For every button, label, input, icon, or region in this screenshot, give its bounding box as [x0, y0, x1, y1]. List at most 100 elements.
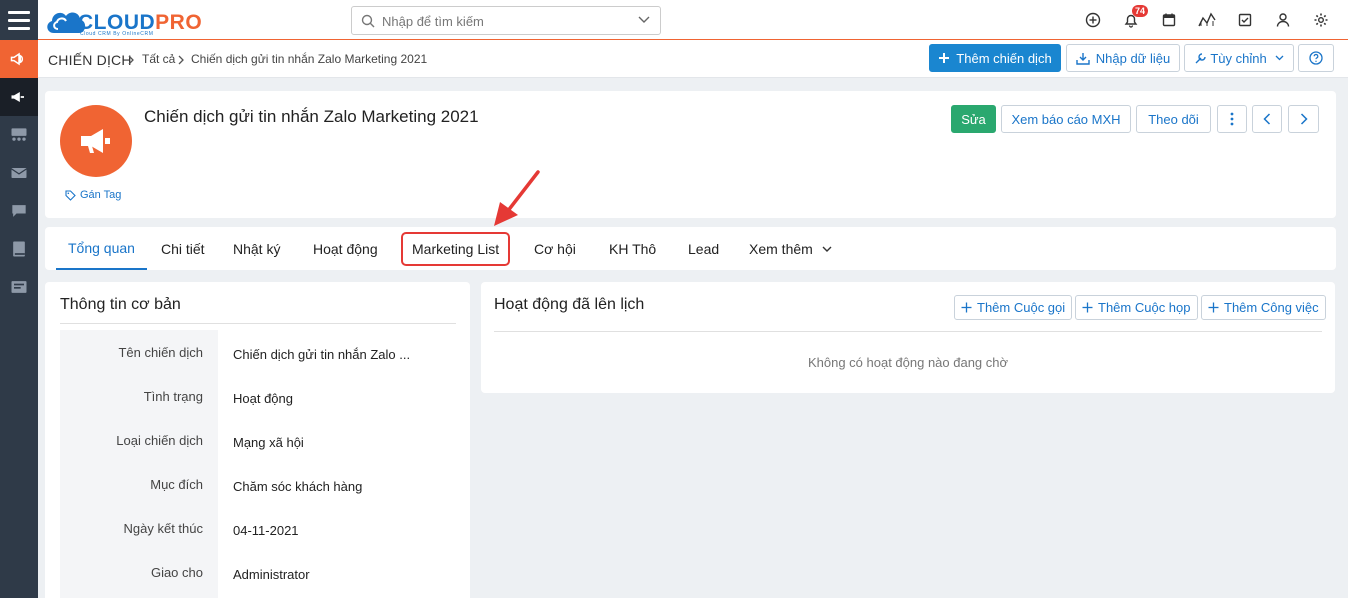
help-icon	[1309, 51, 1323, 65]
chevron-down-icon[interactable]	[638, 16, 650, 24]
red-arrow-annotation	[494, 170, 540, 226]
tab-details[interactable]: Chi tiết	[149, 227, 217, 270]
record-header-card: Gán Tag Chiến dịch gửi tin nhắn Zalo Mar…	[45, 91, 1336, 218]
notification-button[interactable]: 74	[1112, 0, 1150, 40]
calendar-button[interactable]	[1150, 0, 1188, 40]
megaphone-icon	[10, 52, 24, 66]
add-meeting-label: Thêm Cuộc họp	[1098, 300, 1191, 315]
sidebar-item-marketing[interactable]	[0, 78, 38, 116]
megaphone-icon	[11, 92, 24, 102]
checkbox-icon	[1238, 13, 1252, 27]
sidebar-item-campaign[interactable]	[0, 40, 38, 78]
divider	[60, 323, 456, 324]
add-call-button[interactable]: Thêm Cuộc gọi	[954, 295, 1073, 320]
record-tabs: Tổng quan Chi tiết Nhật ký Hoạt động Mar…	[45, 227, 1336, 270]
left-sidebar	[0, 0, 38, 598]
field-label: Giao cho	[150, 565, 203, 580]
logo-subtitle: Cloud CRM By OnlineCRM	[80, 31, 154, 37]
next-record-button[interactable]	[1288, 105, 1319, 133]
basic-info-table: Tên chiến dịch Tình trạng Loại chiến dịc…	[60, 330, 456, 598]
basic-info-card: Thông tin cơ bản Tên chiến dịch Tình trạ…	[45, 282, 470, 598]
calendar-icon	[1162, 13, 1176, 27]
global-search[interactable]	[351, 6, 661, 35]
breadcrumb-module[interactable]: CHIẾN DỊCH	[48, 52, 132, 68]
tab-overview[interactable]: Tổng quan	[56, 227, 147, 270]
breadcrumb-all[interactable]: Tất cả	[142, 52, 175, 66]
campaign-type-value[interactable]: Mạng xã hội	[233, 435, 304, 450]
tag-icon	[65, 189, 76, 201]
field-label: Tình trạng	[143, 389, 203, 404]
logo-text-accent: PRO	[155, 11, 203, 34]
tab-more[interactable]: Xem thêm	[737, 227, 844, 270]
chevron-right-icon	[128, 55, 134, 65]
chat-icon	[12, 205, 26, 217]
tab-log[interactable]: Nhật ký	[221, 227, 292, 270]
plus-circle-icon	[1085, 12, 1101, 28]
social-report-label: Xem báo cáo MXH	[1011, 111, 1121, 127]
tasks-button[interactable]	[1226, 0, 1264, 40]
more-vertical-icon	[1230, 112, 1234, 126]
add-meeting-button[interactable]: Thêm Cuộc họp	[1075, 295, 1198, 320]
sidebar-item-reports[interactable]	[0, 268, 38, 306]
chevron-down-icon	[822, 246, 832, 252]
field-label: Tên chiến dịch	[118, 345, 203, 360]
breadcrumb-record: Chiến dịch gửi tin nhắn Zalo Marketing 2…	[191, 52, 428, 66]
add-campaign-button[interactable]: Thêm chiến dịch	[929, 44, 1061, 72]
report-icon	[11, 281, 27, 293]
field-label: Ngày kết thúc	[123, 521, 204, 536]
add-campaign-label: Thêm chiến dịch	[956, 50, 1052, 66]
wrench-icon	[1195, 52, 1207, 63]
add-tag-link[interactable]: Gán Tag	[65, 189, 121, 201]
customize-label: Tùy chỉnh	[1210, 50, 1267, 66]
reports-button[interactable]	[1188, 0, 1226, 40]
tab-lead[interactable]: Lead	[676, 227, 731, 270]
status-value[interactable]: Hoạt động	[233, 391, 293, 406]
chevron-left-icon	[1263, 113, 1271, 125]
empty-activities-text: Không có hoạt động nào đang chờ	[807, 355, 1009, 370]
book-icon	[13, 241, 25, 257]
tab-opportunities[interactable]: Cơ hội	[522, 227, 588, 270]
users-board-icon	[11, 128, 27, 141]
scheduled-activities-card: Hoạt động đã lên lịch Thêm Cuộc gọi Thêm…	[481, 282, 1335, 393]
add-task-button[interactable]: Thêm Công việc	[1201, 295, 1326, 320]
basic-info-title: Thông tin cơ bản	[60, 296, 181, 313]
tab-activities[interactable]: Hoạt động	[301, 227, 390, 270]
mail-icon	[11, 168, 27, 178]
edit-button[interactable]: Sửa	[951, 105, 996, 133]
help-button[interactable]	[1298, 44, 1334, 72]
add-task-label: Thêm Công việc	[1224, 300, 1319, 315]
campaign-name-value[interactable]: Chiến dịch gửi tin nhắn Zalo ...	[233, 347, 410, 362]
sidebar-item-book[interactable]	[0, 230, 38, 268]
search-icon	[361, 14, 375, 28]
tab-raw-customers[interactable]: KH Thô	[597, 227, 668, 270]
sidebar-item-contacts[interactable]	[0, 116, 38, 154]
quick-create-button[interactable]	[1074, 0, 1112, 40]
sidebar-item-mail[interactable]	[0, 154, 38, 192]
customize-button[interactable]: Tùy chỉnh	[1184, 44, 1294, 72]
logo[interactable]: CLOUDPRO Cloud CRM By OnlineCRM	[44, 4, 202, 37]
previous-record-button[interactable]	[1252, 105, 1282, 133]
plus-icon	[1208, 302, 1219, 313]
import-data-button[interactable]: Nhập dữ liệu	[1066, 44, 1180, 72]
follow-button[interactable]: Theo dõi	[1136, 105, 1211, 133]
download-icon	[1076, 52, 1090, 65]
assigned-to-value[interactable]: Administrator	[233, 567, 310, 582]
purpose-value[interactable]: Chăm sóc khách hàng	[233, 479, 362, 494]
add-tag-label: Gán Tag	[80, 189, 122, 201]
field-label: Loại chiến dịch	[116, 433, 203, 448]
sidebar-item-chat[interactable]	[0, 192, 38, 230]
edit-label: Sửa	[961, 111, 986, 127]
menu-icon[interactable]	[0, 0, 38, 40]
more-actions-button[interactable]	[1217, 105, 1247, 133]
plus-icon	[1082, 302, 1093, 313]
chevron-right-icon	[1300, 113, 1308, 125]
tab-marketing-list[interactable]: Marketing List	[389, 227, 522, 270]
label-column: Tên chiến dịch Tình trạng Loại chiến dịc…	[60, 330, 218, 598]
profile-button[interactable]	[1264, 0, 1302, 40]
chevron-right-icon	[178, 55, 184, 65]
end-date-value[interactable]: 04-11-2021	[233, 523, 299, 538]
social-report-button[interactable]: Xem báo cáo MXH	[1001, 105, 1131, 133]
search-input[interactable]	[382, 11, 632, 31]
settings-button[interactable]	[1302, 0, 1340, 40]
plus-icon	[939, 53, 950, 63]
